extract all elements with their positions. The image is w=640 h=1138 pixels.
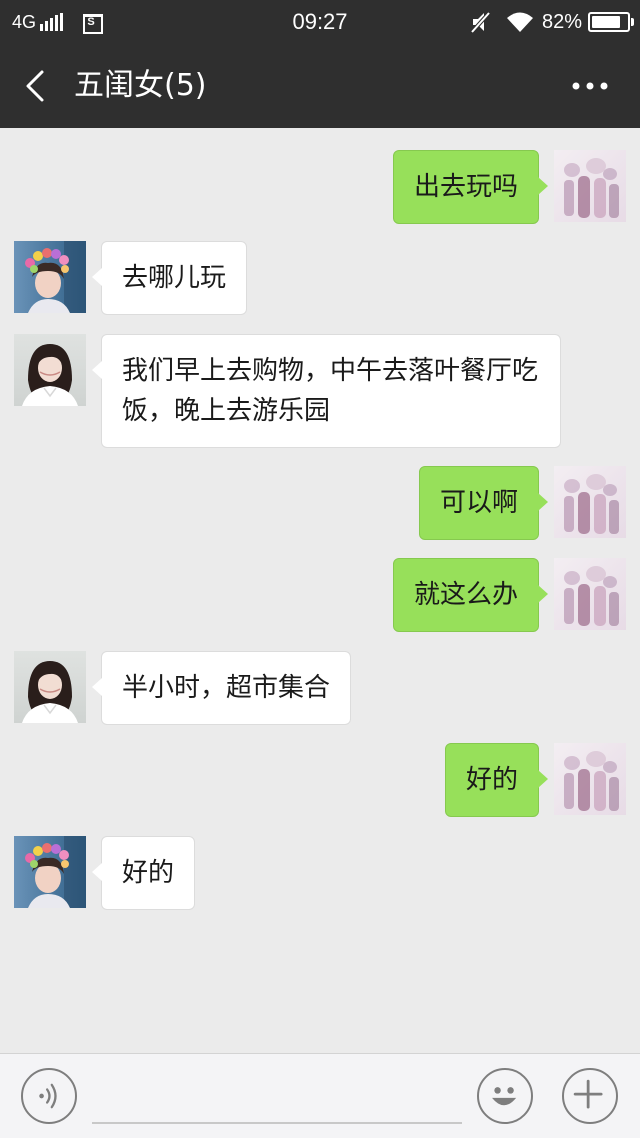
- message-bubble[interactable]: 好的: [91, 836, 196, 910]
- group-photo-avatar[interactable]: [554, 558, 626, 630]
- emoji-icon[interactable]: [477, 1068, 533, 1124]
- battery-icon: [588, 12, 634, 32]
- chat-title: 五闺女(5): [74, 68, 207, 103]
- back-arrow-icon[interactable]: [20, 68, 50, 104]
- status-bar: 4G S 09:27 82%: [0, 0, 640, 44]
- message-bubble[interactable]: 出去玩吗: [392, 150, 549, 224]
- plus-icon[interactable]: [562, 1068, 618, 1124]
- white-shirt-avatar[interactable]: [14, 334, 86, 406]
- white-shirt-avatar[interactable]: [14, 651, 86, 723]
- group-photo-avatar[interactable]: [554, 466, 626, 538]
- mute-icon: [470, 11, 491, 34]
- message-bubble[interactable]: 可以啊: [418, 466, 549, 540]
- status-right-cluster: 82%: [470, 9, 634, 35]
- message-list[interactable]: 出去玩吗 去哪儿玩 我们早上去购物，中午去落叶餐厅吃饭，晚上去游乐园 可以啊 就…: [0, 128, 640, 1053]
- message-bubble[interactable]: 就这么办: [392, 558, 549, 632]
- message-bubble[interactable]: 我们早上去购物，中午去落叶餐厅吃饭，晚上去游乐园: [92, 334, 561, 448]
- battery-percent: 82%: [541, 11, 582, 33]
- chat-header: 五闺女(5): [0, 44, 640, 128]
- group-photo-avatar[interactable]: [554, 150, 626, 222]
- flower-crown-avatar[interactable]: [14, 241, 86, 313]
- message-bubble[interactable]: 半小时，超市集合: [91, 651, 352, 725]
- message-bubble[interactable]: 好的: [444, 743, 549, 817]
- battery-level-fill: [592, 16, 620, 28]
- wifi-icon: [506, 12, 533, 32]
- flower-crown-avatar[interactable]: [14, 836, 86, 908]
- message-bubble[interactable]: 去哪儿玩: [91, 241, 248, 315]
- group-photo-avatar[interactable]: [554, 743, 626, 815]
- input-bar: [0, 1053, 640, 1138]
- message-input[interactable]: [92, 1072, 462, 1124]
- voice-input-button[interactable]: [21, 1068, 77, 1124]
- more-options-icon[interactable]: [570, 80, 610, 92]
